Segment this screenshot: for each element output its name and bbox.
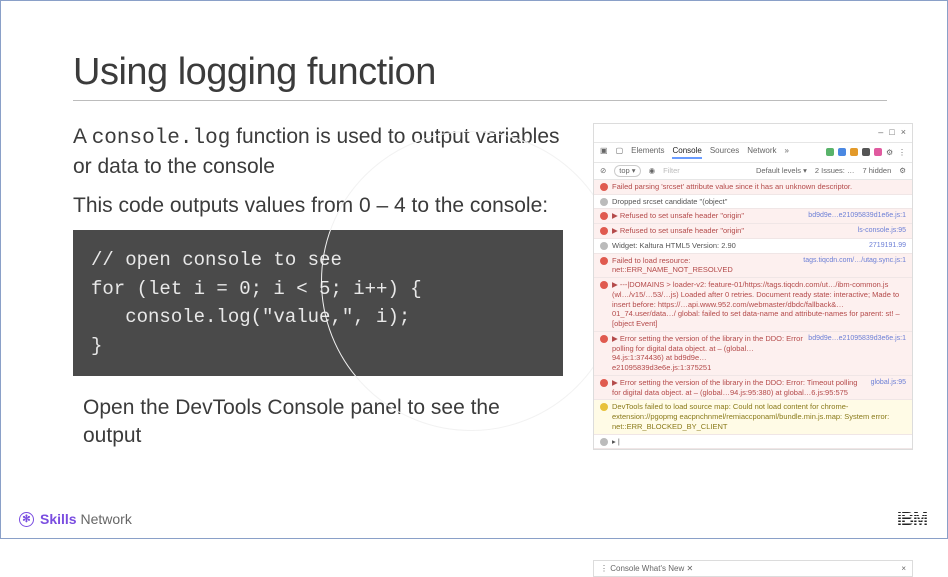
console-message: DevTools failed to load source map: Coul… <box>594 400 912 434</box>
skills-network-icon: ✻ <box>19 512 34 527</box>
tab-network: Network <box>747 146 776 159</box>
info-icon <box>600 242 608 250</box>
message-text: ▸ | <box>612 437 906 447</box>
message-source-link: bd9d9e…e21095839d1e6e.js:1 <box>808 211 906 220</box>
console-message: ▶ Error setting the version of the libra… <box>594 332 912 376</box>
window-minimize-icon: – <box>878 127 883 139</box>
message-text: Failed to load resource: net::ERR_NAME_N… <box>612 256 799 276</box>
error-icon <box>600 379 608 387</box>
skills-network-logo: ✻ Skills Network <box>19 511 132 527</box>
message-text: ▶ ---|DOMAINS > loader-v2: feature-01/ht… <box>612 280 906 329</box>
paragraph-1: A console.log function is used to output… <box>73 123 563 182</box>
devtools-toolbar: ▣ ▢ Elements Console Sources Network » <box>594 143 912 163</box>
window-maximize-icon: □ <box>889 127 894 139</box>
slide-footer: ✻ Skills Network IBM <box>1 506 947 538</box>
filter-input: Filter <box>663 166 680 176</box>
console-message: Failed to load resource: net::ERR_NAME_N… <box>594 254 912 279</box>
devtools-drawer: ⋮ Console What's New ✕ × <box>593 560 913 577</box>
paragraph-2: This code outputs values from 0 – 4 to t… <box>73 192 563 220</box>
ext-icon <box>850 148 858 156</box>
info-icon <box>600 198 608 206</box>
message-text: ▶ Refused to set unsafe header "origin" <box>612 211 804 221</box>
ext-icon <box>826 148 834 156</box>
console-message: ▶ Error setting the version of the libra… <box>594 376 912 401</box>
message-text: Widget: Kaltura HTML5 Version: 2.90 <box>612 241 865 251</box>
console-message: Dropped srcset candidate "(object" <box>594 195 912 210</box>
console-message: Widget: Kaltura HTML5 Version: 2.90 27191… <box>594 239 912 254</box>
info-icon <box>600 438 608 446</box>
console-message: ▸ | <box>594 435 912 450</box>
message-text: ▶ Error setting the version of the libra… <box>612 378 867 398</box>
device-icon: ▢ <box>616 146 624 159</box>
error-icon <box>600 281 608 289</box>
console-message: ▶ ---|DOMAINS > loader-v2: feature-01/ht… <box>594 278 912 332</box>
message-text: Failed parsing 'srcset' attribute value … <box>612 182 906 192</box>
tab-sources: Sources <box>710 146 739 159</box>
error-icon <box>600 212 608 220</box>
error-icon <box>600 227 608 235</box>
devtools-screenshot: – □ × ▣ ▢ Elements Console Sources Netwo… <box>593 123 913 450</box>
devtools-tabs: ▣ ▢ Elements Console Sources Network » <box>600 146 789 159</box>
ext-icon <box>862 148 870 156</box>
message-text: ▶ Refused to set unsafe header "origin" <box>612 226 854 236</box>
console-subtoolbar: ⊘ top ▾ ◉ Filter Default levels ▾ 2 Issu… <box>594 163 912 180</box>
hidden-count: 7 hidden <box>862 166 891 176</box>
message-text: Dropped srcset candidate "(object" <box>612 197 906 207</box>
clear-icon: ⊘ <box>600 166 606 176</box>
skills-rest: Network <box>80 511 131 527</box>
eye-icon: ◉ <box>649 166 656 176</box>
warning-icon <box>600 403 608 411</box>
para1-pre: A <box>73 125 92 148</box>
tab-elements: Elements <box>631 146 664 159</box>
message-source-link: global.js:95 <box>871 378 906 387</box>
window-close-icon: × <box>901 127 906 139</box>
skills-bold: Skills <box>40 511 77 527</box>
ext-icon <box>838 148 846 156</box>
paragraph-3: Open the DevTools Console panel to see t… <box>83 394 563 451</box>
message-source-link: tags.tiqcdn.com/…/utag.sync.js:1 <box>803 256 906 265</box>
message-source-link: ls-console.js:95 <box>858 226 906 235</box>
error-icon <box>600 257 608 265</box>
tab-console: Console <box>672 146 701 159</box>
settings-gear-icon: ⚙ <box>899 166 906 176</box>
console-messages: Failed parsing 'srcset' attribute value … <box>594 180 912 450</box>
slide-title: Using logging function <box>73 51 887 101</box>
drawer-tabs: ⋮ Console What's New ✕ <box>600 564 693 573</box>
ext-icon <box>874 148 882 156</box>
error-icon <box>600 335 608 343</box>
code-block: // open console to see for (let i = 0; i… <box>73 230 563 376</box>
error-icon <box>600 183 608 191</box>
issues-badge: 2 Issues: … <box>815 166 855 176</box>
tabs-more-icon: » <box>785 146 789 159</box>
console-message: ▶ Refused to set unsafe header "origin" b… <box>594 209 912 224</box>
drawer-close-icon: × <box>901 564 906 573</box>
console-message: Failed parsing 'srcset' attribute value … <box>594 180 912 195</box>
message-text: DevTools failed to load source map: Coul… <box>612 402 906 431</box>
extension-icons: ⚙ ⋮ <box>826 148 906 156</box>
kebab-icon: ⋮ <box>898 148 906 156</box>
console-message: ▶ Refused to set unsafe header "origin" l… <box>594 224 912 239</box>
message-source-link: 2719191.99 <box>869 241 906 250</box>
para1-code: console.log <box>92 127 231 150</box>
message-source-link: bd9d9e…e21095839d3e6e.js:1 <box>808 334 906 343</box>
gear-icon: ⚙ <box>886 148 894 156</box>
inspect-icon: ▣ <box>600 146 608 159</box>
ibm-logo: IBM <box>897 509 927 530</box>
window-titlebar: – □ × <box>594 124 912 143</box>
context-selector: top ▾ <box>614 165 640 177</box>
levels-selector: Default levels ▾ <box>756 166 807 176</box>
message-text: ▶ Error setting the version of the libra… <box>612 334 804 373</box>
